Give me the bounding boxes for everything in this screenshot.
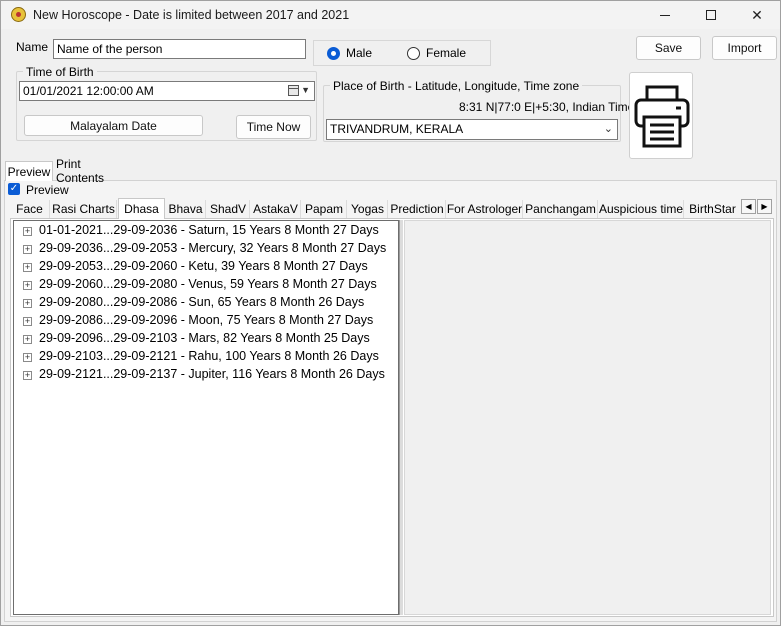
tab-panchangam[interactable]: Panchangam: [524, 200, 598, 218]
chevron-left-icon: ◀: [745, 202, 752, 211]
minimize-icon: [660, 14, 670, 16]
expand-plus-icon[interactable]: +: [23, 245, 32, 254]
expand-plus-icon[interactable]: +: [23, 317, 32, 326]
chevron-right-icon: ▶: [761, 202, 768, 211]
tab-prediction[interactable]: Prediction: [389, 200, 446, 218]
save-button[interactable]: Save: [636, 36, 701, 60]
tree-node[interactable]: +29-09-2036...29-09-2053 - Mercury, 32 Y…: [14, 240, 398, 258]
tab-for-astrologer[interactable]: For Astrologer: [447, 200, 523, 218]
chevron-down-icon[interactable]: ▼: [301, 85, 310, 95]
name-label: Name: [16, 40, 49, 54]
expand-plus-icon[interactable]: +: [23, 281, 32, 290]
tree-node-label: 29-09-2036...29-09-2053 - Mercury, 32 Ye…: [39, 241, 387, 255]
tree-node-label: 29-09-2086...29-09-2096 - Moon, 75 Years…: [39, 313, 374, 327]
inner-tab-strip: Face Rasi Charts Dhasa Bhava ShadV Astak…: [10, 198, 775, 219]
tree-node-label: 29-09-2080...29-09-2086 - Sun, 65 Years …: [39, 295, 365, 309]
birth-datetime-picker[interactable]: 01/01/2021 12:00:00 AM ▼: [19, 81, 315, 101]
tab-preview[interactable]: Preview: [5, 161, 53, 181]
tab-print-contents[interactable]: Print Contents: [56, 157, 132, 185]
detail-pane: [404, 220, 771, 615]
splitter-handle[interactable]: [399, 220, 403, 615]
calendar-icon[interactable]: [288, 85, 299, 96]
tab-auspicious-time[interactable]: Auspicious time: [599, 200, 684, 218]
tab-birthstar[interactable]: BirthStar: [685, 200, 740, 218]
tab-papam[interactable]: Papam: [302, 200, 347, 218]
dhasa-tree[interactable]: +01-01-2021...29-09-2036 - Saturn, 15 Ye…: [13, 220, 399, 615]
tab-scroll-left-button[interactable]: ◀: [741, 199, 756, 214]
place-select[interactable]: TRIVANDRUM, KERALA ⌄: [326, 119, 618, 140]
tree-node[interactable]: +29-09-2103...29-09-2121 - Rahu, 100 Yea…: [14, 348, 398, 366]
tree-node[interactable]: +01-01-2021...29-09-2036 - Saturn, 15 Ye…: [14, 222, 398, 240]
birth-datetime-value: 01/01/2021 12:00:00 AM: [23, 84, 154, 98]
expand-plus-icon[interactable]: +: [23, 335, 32, 344]
tree-node[interactable]: +29-09-2096...29-09-2103 - Mars, 82 Year…: [14, 330, 398, 348]
printer-icon: [634, 85, 690, 148]
female-label: Female: [426, 46, 467, 60]
title-bar: New Horoscope - Date is limited between …: [1, 1, 780, 29]
tree-node[interactable]: +29-09-2060...29-09-2080 - Venus, 59 Yea…: [14, 276, 398, 294]
tab-scroll-right-button[interactable]: ▶: [757, 199, 772, 214]
expand-plus-icon[interactable]: +: [23, 371, 32, 380]
app-logo-icon: [11, 7, 26, 22]
tree-node[interactable]: +29-09-2080...29-09-2086 - Sun, 65 Years…: [14, 294, 398, 312]
tree-node-label: 01-01-2021...29-09-2036 - Saturn, 15 Yea…: [39, 223, 379, 237]
tree-node[interactable]: +29-09-2053...29-09-2060 - Ketu, 39 Year…: [14, 258, 398, 276]
tree-node-label: 29-09-2096...29-09-2103 - Mars, 82 Years…: [39, 331, 370, 345]
maximize-button[interactable]: [688, 1, 734, 29]
print-button[interactable]: [629, 72, 693, 159]
tab-bhava[interactable]: Bhava: [166, 200, 206, 218]
place-of-birth-label: Place of Birth - Latitude, Longitude, Ti…: [330, 79, 583, 93]
tab-shadv[interactable]: ShadV: [207, 200, 250, 218]
tab-astakav[interactable]: AstakaV: [251, 200, 301, 218]
window-title: New Horoscope - Date is limited between …: [33, 8, 350, 22]
chevron-down-icon[interactable]: ⌄: [604, 122, 613, 135]
tree-node-label: 29-09-2060...29-09-2080 - Venus, 59 Year…: [39, 277, 377, 291]
tab-yogas[interactable]: Yogas: [348, 200, 388, 218]
tab-rasi-charts[interactable]: Rasi Charts: [51, 200, 117, 218]
tree-node[interactable]: +29-09-2121...29-09-2137 - Jupiter, 116 …: [14, 366, 398, 384]
name-input[interactable]: Name of the person: [53, 39, 306, 59]
preview-checkbox-label: Preview: [26, 183, 69, 197]
tree-node[interactable]: +29-09-2086...29-09-2096 - Moon, 75 Year…: [14, 312, 398, 330]
expand-plus-icon[interactable]: +: [23, 353, 32, 362]
tab-face[interactable]: Face: [10, 200, 50, 218]
tree-node-label: 29-09-2121...29-09-2137 - Jupiter, 116 Y…: [39, 367, 385, 381]
maximize-icon: [706, 10, 716, 20]
tab-dhasa[interactable]: Dhasa: [118, 198, 165, 219]
coordinates-text: 8:31 N|77:0 E|+5:30, Indian Time: [459, 100, 635, 114]
close-button[interactable]: ✕: [734, 1, 780, 29]
gender-group: Male Female: [313, 40, 491, 66]
dhasa-tree-rows: +01-01-2021...29-09-2036 - Saturn, 15 Ye…: [14, 221, 398, 384]
minimize-button[interactable]: [642, 1, 688, 29]
preview-checkbox[interactable]: ✓: [8, 183, 20, 195]
import-button[interactable]: Import: [712, 36, 777, 60]
malayalam-date-button[interactable]: Malayalam Date: [24, 115, 203, 136]
tree-node-label: 29-09-2103...29-09-2121 - Rahu, 100 Year…: [39, 349, 379, 363]
male-radio[interactable]: [327, 47, 340, 60]
time-of-birth-label: Time of Birth: [23, 65, 97, 79]
time-now-button[interactable]: Time Now: [236, 115, 311, 139]
expand-plus-icon[interactable]: +: [23, 299, 32, 308]
expand-plus-icon[interactable]: +: [23, 227, 32, 236]
female-radio[interactable]: [407, 47, 420, 60]
horoscope-window: New Horoscope - Date is limited between …: [0, 0, 781, 626]
tree-node-label: 29-09-2053...29-09-2060 - Ketu, 39 Years…: [39, 259, 368, 273]
close-icon: ✕: [751, 6, 763, 23]
expand-plus-icon[interactable]: +: [23, 263, 32, 272]
male-label: Male: [346, 46, 373, 60]
place-value: TRIVANDRUM, KERALA: [330, 122, 464, 136]
